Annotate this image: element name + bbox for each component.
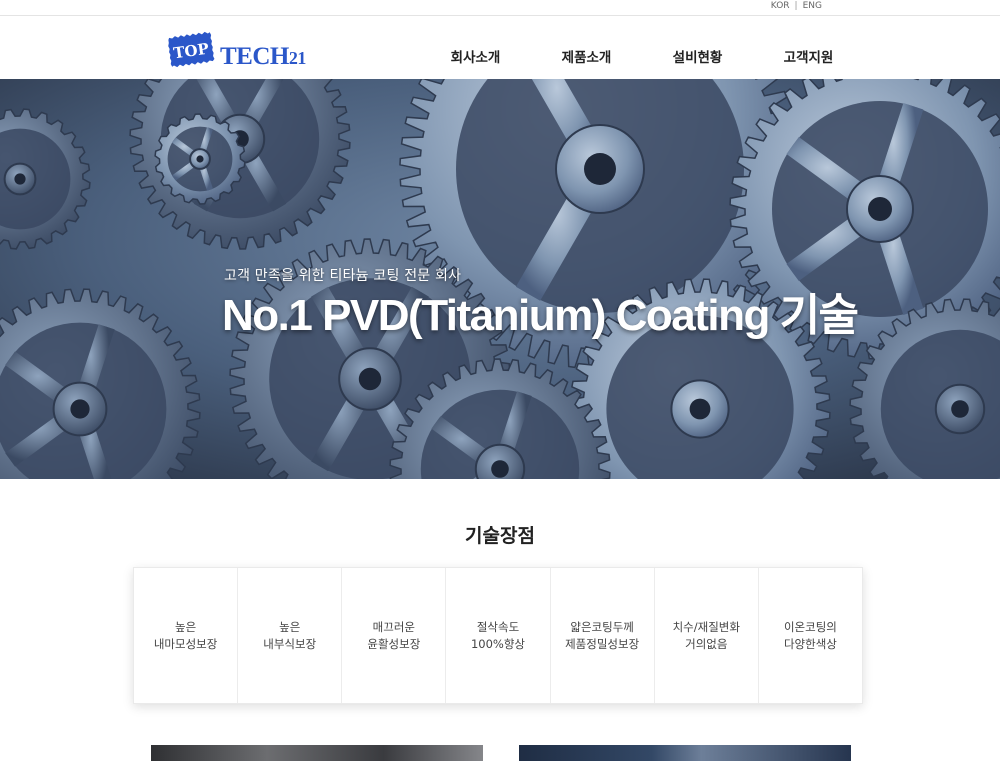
business-photo-right [519, 745, 851, 761]
hero-banner: 고객 만족을 위한 티타늄 코팅 전문 회사 No.1 PVD(Titanium… [0, 79, 1000, 479]
feature-card-ion-colors[interactable]: 이온코팅의 다양한색상 [759, 568, 862, 703]
nav-facilities[interactable]: 설비현황 [642, 46, 753, 66]
main-nav: 회사소개 제품소개 설비현황 고객지원 [420, 46, 864, 66]
feature-text: 높은 내부식보장 [263, 619, 317, 651]
feature-text: 매끄러운 윤활성보장 [367, 619, 421, 651]
feature-text: 얇은코팅두께 제품정밀성보장 [565, 619, 640, 651]
feature-card-thin-coating[interactable]: 얇은코팅두께 제품정밀성보장 [551, 568, 655, 703]
site-header: TOP TECH21 회사소개 제품소개 설비현황 고객지원 [0, 16, 1000, 79]
feature-card-lubricity[interactable]: 매끄러운 윤활성보장 [342, 568, 447, 703]
features-grid: 높은 내마모성보장 높은 내부식보장 매끄러운 윤활성보장 절삭속도 100%향… [133, 567, 863, 704]
feature-text: 절삭속도 100%향상 [470, 619, 526, 651]
features-section-title: 기술장점 [465, 525, 535, 547]
lang-separator: | [794, 1, 798, 11]
nav-company-intro[interactable]: 회사소개 [420, 46, 531, 66]
feature-card-dimension-stability[interactable]: 치수/재질변화 거의없음 [655, 568, 759, 703]
feature-text: 높은 내마모성보장 [153, 619, 218, 651]
hero-title: No.1 PVD(Titanium) Coating 기술 [222, 291, 859, 340]
lang-eng-link[interactable]: ENG [803, 1, 822, 11]
feature-card-wear-resistance[interactable]: 높은 내마모성보장 [134, 568, 239, 703]
nav-products[interactable]: 제품소개 [531, 46, 642, 66]
feature-text: 치수/재질변화 거의없음 [672, 619, 740, 651]
svg-text:TECH21: TECH21 [220, 43, 306, 70]
nav-customer-support[interactable]: 고객지원 [753, 46, 864, 66]
top-utility-bar: KOR | ENG [0, 0, 1000, 16]
language-switcher: KOR | ENG [771, 1, 822, 11]
feature-text: 이온코팅의 다양한색상 [783, 619, 837, 651]
lang-kor-link[interactable]: KOR [771, 1, 790, 11]
company-logo[interactable]: TOP TECH21 [166, 28, 316, 72]
business-photo-left [151, 745, 483, 761]
feature-card-corrosion-resistance[interactable]: 높은 내부식보장 [238, 568, 343, 703]
feature-card-cutting-speed[interactable]: 절삭속도 100%향상 [446, 568, 551, 703]
